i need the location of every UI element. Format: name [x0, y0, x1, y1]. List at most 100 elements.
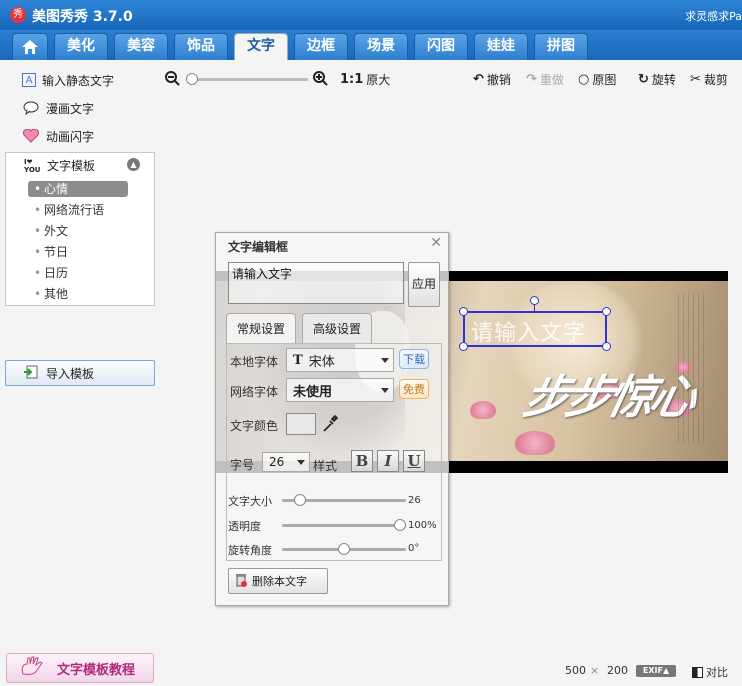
text-size-label: 文字大小: [228, 495, 272, 508]
resize-handle-top-left[interactable]: [459, 307, 468, 316]
eyedropper-icon[interactable]: [322, 414, 339, 436]
bold-button[interactable]: B: [351, 450, 373, 472]
import-template-label: 导入模板: [46, 366, 95, 381]
main-tab-bar: 美化 美容 饰品 文字 边框 场景 闪图 娃娃 拼图: [0, 30, 742, 60]
free-link[interactable]: 免费: [399, 379, 429, 399]
rotation-value: 0°: [408, 543, 420, 554]
opacity-value: 100%: [408, 520, 437, 531]
lotus-flower: [470, 401, 496, 419]
template-header-label: 文字模板: [47, 159, 96, 173]
delete-text-button[interactable]: 删除本文字: [228, 568, 328, 594]
image-width: 500: [565, 664, 586, 677]
collapse-icon[interactable]: ▲: [127, 158, 140, 171]
zoom-in-icon[interactable]: [313, 71, 328, 86]
tab-advanced-settings[interactable]: 高级设置: [302, 313, 372, 343]
opacity-label: 透明度: [228, 520, 261, 533]
underline-button[interactable]: U: [403, 450, 425, 472]
category-foreign-text[interactable]: 外文: [28, 223, 128, 239]
close-icon[interactable]: ✕: [430, 235, 442, 251]
rotation-label: 旋转角度: [228, 544, 272, 557]
text-color-label: 文字颜色: [230, 419, 279, 433]
zoom-slider[interactable]: [190, 78, 308, 81]
delete-text-label: 删除本文字: [252, 575, 307, 588]
font-size-select[interactable]: 26: [262, 452, 310, 472]
tab-flash[interactable]: 闪图: [414, 33, 468, 60]
i-love-you-icon: I❤YOU: [24, 157, 41, 174]
resize-handle-top-right[interactable]: [602, 307, 611, 316]
text-color-swatch[interactable]: [286, 413, 316, 435]
local-font-value: 宋体: [308, 354, 335, 370]
category-mood[interactable]: 心情: [28, 181, 128, 197]
redo-icon: ↷: [526, 72, 537, 87]
category-calendar[interactable]: 日历: [28, 265, 128, 281]
category-other[interactable]: 其他: [28, 286, 128, 302]
font-t-icon: T: [293, 352, 303, 368]
hand-icon: [19, 656, 47, 680]
sidebar-item-static-text[interactable]: A 输入静态文字: [22, 70, 114, 90]
category-internet-slang[interactable]: 网络流行语: [28, 202, 128, 218]
undo-label: 撤销: [486, 73, 511, 87]
tab-scene[interactable]: 场景: [354, 33, 408, 60]
tab-frame[interactable]: 边框: [294, 33, 348, 60]
sidebar-item-label: 动画闪字: [46, 129, 95, 144]
text-input[interactable]: 请输入文字: [228, 262, 404, 304]
title-right-text[interactable]: 求灵感求Pa: [685, 8, 742, 24]
import-template-button[interactable]: 导入模板: [5, 360, 155, 386]
import-icon: [24, 365, 38, 382]
rotate-button[interactable]: ↻ 旋转: [638, 71, 676, 88]
text-selection-box[interactable]: 请输入文字: [463, 311, 607, 347]
speech-bubble-icon: [22, 100, 40, 116]
rotate-label: 旋转: [651, 73, 676, 87]
tab-basic-settings[interactable]: 常规设置: [226, 313, 296, 343]
resize-handle-bottom-left[interactable]: [459, 342, 468, 351]
resize-handle-bottom-right[interactable]: [602, 342, 611, 351]
tab-home[interactable]: [12, 33, 48, 60]
compare-button[interactable]: 对比: [692, 664, 728, 680]
text-a-icon: A: [22, 73, 36, 87]
rotation-slider-handle[interactable]: [338, 543, 350, 555]
zoom-out-icon[interactable]: [165, 71, 180, 86]
sidebar-item-flash-text[interactable]: 动画闪字: [22, 126, 94, 146]
flash-text-icon: [22, 128, 40, 144]
style-label: 样式: [313, 459, 338, 473]
original-size-button[interactable]: 1:1 原大: [340, 71, 390, 88]
original-image-label: 原图: [592, 73, 617, 87]
italic-button[interactable]: I: [377, 450, 399, 472]
app-title: 美图秀秀 3.7.0: [32, 9, 133, 25]
zoom-slider-handle[interactable]: [186, 73, 198, 85]
redo-button[interactable]: ↷ 重做: [526, 71, 564, 88]
web-font-label: 网络字体: [230, 385, 279, 399]
template-tutorial-button[interactable]: 文字模板教程: [6, 653, 154, 683]
tab-accessories[interactable]: 饰品: [174, 33, 228, 60]
apply-button[interactable]: 应用: [408, 262, 440, 307]
exif-button[interactable]: EXIF▲: [636, 665, 676, 677]
web-font-value: 未使用: [293, 384, 333, 400]
undo-button[interactable]: ↶ 撤销: [473, 71, 511, 88]
download-link[interactable]: 下载: [399, 349, 429, 369]
crop-button[interactable]: ✂ 裁剪: [690, 71, 728, 88]
local-font-select[interactable]: T 宋体: [286, 348, 394, 372]
home-icon: [22, 40, 38, 54]
dimension-times: ×: [590, 664, 600, 677]
rotate-icon: ↻: [638, 72, 649, 87]
opacity-slider[interactable]: [282, 524, 406, 527]
template-tutorial-label: 文字模板教程: [57, 662, 136, 678]
tab-doll[interactable]: 娃娃: [474, 33, 528, 60]
tab-beautify[interactable]: 美化: [54, 33, 108, 60]
template-panel: I❤YOU 文字模板 ▲ 心情 网络流行语 外文 节日 日历 其他: [5, 152, 155, 306]
tab-beauty[interactable]: 美容: [114, 33, 168, 60]
sidebar-item-comic-text[interactable]: 漫画文字: [22, 98, 94, 118]
local-font-label: 本地字体: [230, 355, 279, 369]
canvas-text[interactable]: 请输入文字: [471, 315, 586, 347]
original-image-button[interactable]: ○ 原图: [578, 71, 616, 88]
tab-collage[interactable]: 拼图: [534, 33, 588, 60]
text-size-slider-handle[interactable]: [294, 494, 306, 506]
rotation-handle[interactable]: [530, 296, 539, 305]
crop-label: 裁剪: [703, 73, 728, 87]
opacity-slider-handle[interactable]: [394, 519, 406, 531]
undo-icon: ↶: [473, 72, 484, 87]
category-holiday[interactable]: 节日: [28, 244, 128, 260]
tab-text[interactable]: 文字: [234, 33, 288, 60]
web-font-select[interactable]: 未使用: [286, 378, 394, 402]
template-header[interactable]: I❤YOU 文字模板: [24, 157, 95, 174]
